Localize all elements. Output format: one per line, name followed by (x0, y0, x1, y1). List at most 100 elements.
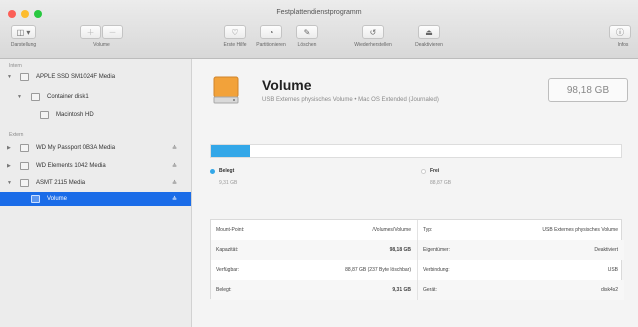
sidebar-item-label: Volume (47, 196, 68, 202)
sidebar-item-wd-elements[interactable]: ▶ WD Elements 1042 Media ≜ (0, 159, 191, 173)
partition-icon: ◔ (268, 27, 274, 37)
erase-label: Löschen (297, 42, 317, 48)
sidebar-section-internal: Intern (9, 63, 22, 69)
sidebar: Intern ▼ APPLE SSD SM1024F Media ▼ Conta… (0, 59, 192, 327)
sidebar-item-wd-my-passport[interactable]: ▶ WD My Passport 0B3A Media ≜ (0, 141, 191, 155)
toolbar: Festplattendienstprogramm ◫ ▾ Darstellun… (0, 0, 638, 59)
used-legend-value: 9,31 GB (219, 180, 238, 186)
volume-detail-pane: Volume USB Externes physisches Volume • … (192, 59, 638, 327)
view-label: Darstellung (10, 42, 37, 48)
info-key: Verfügbar: (216, 267, 240, 273)
free-legend-title: Frei (430, 168, 440, 174)
unmount-label: Deaktivieren (415, 42, 443, 48)
info-icon: ⓘ (616, 27, 624, 37)
info-value: 9,31 GB (392, 287, 411, 293)
disclosure-triangle-icon[interactable]: ▼ (7, 180, 12, 186)
restore-label: Wiederherstellen (354, 42, 392, 48)
first-aid-label: Erste Hilfe (223, 42, 247, 48)
info-value: 88,87 GB (237 Byte löschbar) (345, 267, 411, 273)
sidebar-item-label: WD My Passport 0B3A Media (36, 145, 116, 151)
info-row-device: Gerät: disk4s2 (418, 280, 624, 300)
restore-button[interactable]: ↺ (362, 25, 384, 39)
free-legend-dot (421, 169, 426, 174)
external-disk-icon (20, 162, 29, 170)
remove-volume-button[interactable]: － (102, 25, 123, 39)
view-button[interactable]: ◫ ▾ (11, 25, 36, 39)
sidebar-item-volume[interactable]: Volume ≜ (0, 192, 191, 206)
window-title: Festplattendienstprogramm (276, 9, 362, 16)
info-key: Eigentümer: (423, 247, 450, 253)
info-row-capacity: Kapazität: 98,18 GB (211, 240, 417, 260)
usage-bar-used-fill (211, 145, 250, 157)
restore-icon: ↺ (369, 27, 377, 37)
info-value: 98,18 GB (389, 247, 411, 253)
external-drive-icon (213, 76, 239, 104)
volume-info-table: Mount-Point: /Volumes/Volume Kapazität: … (210, 219, 624, 300)
info-label: Infos (617, 42, 629, 48)
sidebar-item-label: Macintosh HD (56, 112, 94, 118)
free-legend-value: 88,87 GB (430, 180, 452, 186)
sidebar-item-asmt-2115[interactable]: ▼ ASMT 2115 Media ≜ (0, 176, 191, 190)
volume-name: Volume (262, 77, 312, 93)
partition-label: Partitionieren (256, 42, 286, 48)
used-legend-dot (210, 169, 215, 174)
eject-icon[interactable]: ≜ (172, 196, 177, 203)
info-column-right: Typ: USB Externes physisches Volume Eige… (417, 220, 624, 300)
info-row-owners: Eigentümer: Deaktiviert (418, 240, 624, 260)
info-key: Belegt: (216, 287, 232, 293)
container-icon (31, 93, 40, 101)
disclosure-triangle-icon[interactable]: ▶ (7, 145, 11, 151)
usage-bar (210, 144, 622, 158)
erase-icon: ✎ (303, 27, 311, 37)
info-key: Verbindung: (423, 267, 450, 273)
info-column-left: Mount-Point: /Volumes/Volume Kapazität: … (211, 220, 417, 300)
info-row-connection: Verbindung: USB (418, 260, 624, 280)
disclosure-triangle-icon[interactable]: ▼ (7, 74, 12, 80)
eject-icon[interactable]: ≜ (172, 180, 177, 187)
sidebar-item-macintosh-hd[interactable]: Macintosh HD (0, 108, 191, 122)
sidebar-section-external: Extern (9, 132, 24, 138)
volume-icon (31, 195, 40, 203)
stethoscope-icon: ♡ (231, 27, 239, 37)
erase-button[interactable]: ✎ (296, 25, 318, 39)
first-aid-button[interactable]: ♡ (224, 25, 246, 39)
external-disk-icon (20, 179, 29, 187)
eject-icon[interactable]: ≜ (172, 163, 177, 170)
sidebar-view-icon: ◫ ▾ (16, 27, 31, 37)
volume-size-badge: 98,18 GB (548, 78, 628, 102)
info-key: Gerät: (423, 287, 437, 293)
sidebar-item-label: WD Elements 1042 Media (36, 163, 106, 169)
sidebar-item-apple-ssd[interactable]: ▼ APPLE SSD SM1024F Media (0, 70, 191, 84)
info-key: Typ: (423, 227, 433, 233)
info-row-available: Verfügbar: 88,87 GB (237 Byte löschbar) (211, 260, 417, 280)
info-row-type: Typ: USB Externes physisches Volume (418, 220, 624, 240)
info-row-mount-point: Mount-Point: /Volumes/Volume (211, 220, 417, 240)
sidebar-item-container-disk1[interactable]: ▼ Container disk1 (0, 90, 191, 104)
plus-icon: ＋ (86, 27, 95, 37)
volume-description: USB Externes physisches Volume • Mac OS … (262, 97, 439, 103)
sidebar-item-label: APPLE SSD SM1024F Media (36, 74, 116, 80)
info-row-used: Belegt: 9,31 GB (211, 280, 417, 300)
info-value: /Volumes/Volume (372, 227, 411, 233)
volume-icon (40, 111, 49, 119)
sidebar-item-label: ASMT 2115 Media (36, 180, 86, 186)
info-key: Kapazität: (216, 247, 239, 253)
disclosure-triangle-icon[interactable]: ▶ (7, 163, 11, 169)
info-button[interactable]: ⓘ (609, 25, 631, 39)
info-value: Deaktiviert (594, 247, 618, 253)
sidebar-item-label: Container disk1 (47, 94, 89, 100)
info-value: USB Externes physisches Volume (542, 227, 618, 233)
eject-icon[interactable]: ≜ (172, 145, 177, 152)
unmount-button[interactable]: ⏏ (418, 25, 440, 39)
info-key: Mount-Point: (216, 227, 245, 233)
internal-disk-icon (20, 73, 29, 81)
used-legend-title: Belegt (219, 168, 235, 174)
partition-button[interactable]: ◔ (260, 25, 282, 39)
disclosure-triangle-icon[interactable]: ▼ (17, 94, 22, 100)
unmount-icon: ⏏ (425, 27, 433, 37)
volume-label: Volume (93, 42, 110, 48)
disk-utility-window: Festplattendienstprogramm ◫ ▾ Darstellun… (0, 0, 638, 327)
external-disk-icon (20, 144, 29, 152)
info-value: disk4s2 (601, 287, 618, 293)
add-volume-button[interactable]: ＋ (80, 25, 101, 39)
